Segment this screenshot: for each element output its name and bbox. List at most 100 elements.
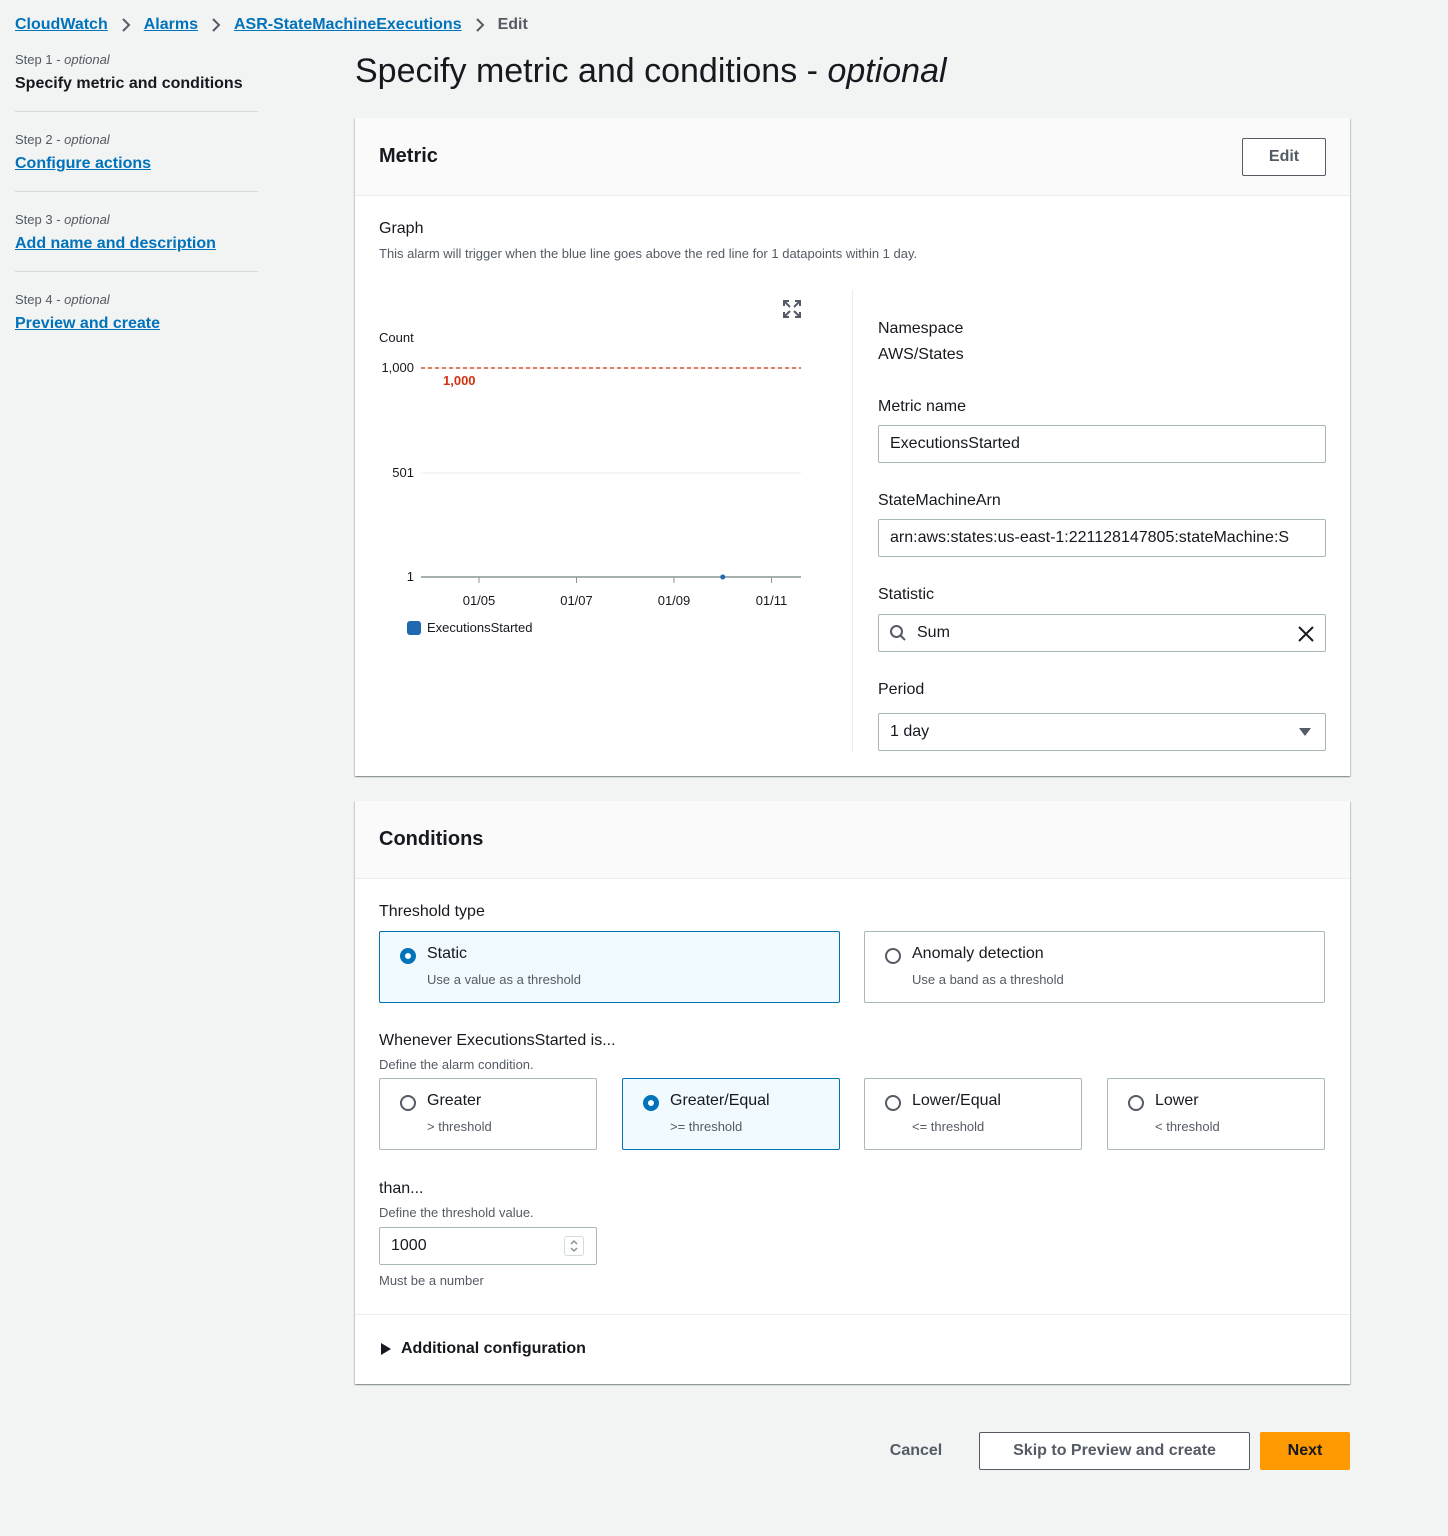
than-description: Define the threshold value. — [379, 1205, 534, 1220]
metric-name-field[interactable]: ExecutionsStarted — [878, 425, 1326, 463]
chart-x-tick-label: 01/05 — [463, 593, 496, 608]
metric-name-value: ExecutionsStarted — [890, 435, 1020, 452]
radio-icon — [885, 1095, 901, 1111]
than-label: than... — [379, 1180, 424, 1197]
chart-x-tick-label: 01/11 — [756, 593, 788, 608]
operator-lower-equal[interactable]: Lower/Equal <= threshold — [864, 1078, 1082, 1150]
chevron-right-icon — [120, 17, 132, 33]
operator-greater[interactable]: Greater > threshold — [379, 1078, 597, 1150]
tile-title: Greater/Equal — [670, 1092, 770, 1109]
threshold-type-static[interactable]: Static Use a value as a threshold — [379, 931, 840, 1003]
additional-configuration-label: Additional configuration — [401, 1340, 586, 1357]
additional-configuration-toggle[interactable]: Additional configuration — [381, 1340, 586, 1358]
step-number: Step 2 - optional — [15, 132, 110, 147]
radio-selected-icon — [643, 1095, 659, 1111]
chart-y-tick-label: 501 — [392, 465, 414, 480]
graph-description: This alarm will trigger when the blue li… — [379, 246, 918, 261]
legend-swatch — [407, 620, 421, 635]
chevron-right-icon — [210, 17, 222, 33]
chevron-right-icon — [474, 17, 486, 33]
chart-threshold-label: 1,000 — [443, 373, 476, 388]
page-title: Specify metric and conditions - optional — [355, 52, 947, 90]
period-value: 1 day — [890, 723, 930, 740]
radio-selected-icon — [400, 948, 416, 964]
tile-description: < threshold — [1155, 1119, 1220, 1134]
state-machine-arn-field[interactable]: arn:aws:states:us-east-1:221128147805:st… — [878, 519, 1326, 557]
breadcrumb-current: Edit — [497, 16, 528, 33]
breadcrumb-alarms[interactable]: Alarms — [144, 16, 198, 34]
tile-title: Greater — [427, 1092, 482, 1109]
whenever-description: Define the alarm condition. — [379, 1057, 534, 1072]
tile-description: <= threshold — [912, 1119, 985, 1134]
section-divider — [355, 1314, 1350, 1315]
graph-label: Graph — [379, 220, 424, 237]
threshold-value: 1000 — [391, 1237, 427, 1254]
metric-panel: Metric Edit Graph This alarm will trigge… — [355, 118, 1350, 776]
namespace-label: Namespace — [878, 320, 964, 337]
metric-name-label: Metric name — [878, 398, 967, 415]
tile-title: Lower/Equal — [912, 1092, 1001, 1109]
operator-greater-equal[interactable]: Greater/Equal >= threshold — [622, 1078, 840, 1150]
step-link-add-name[interactable]: Add name and description — [15, 235, 216, 252]
step-title-active: Specify metric and conditions — [15, 75, 243, 92]
operator-lower[interactable]: Lower < threshold — [1107, 1078, 1325, 1150]
wizard-step-2: Step 2 - optional Configure actions — [15, 132, 258, 192]
arn-label: StateMachineArn — [878, 492, 1001, 509]
chart-legend: ExecutionsStarted — [407, 620, 533, 635]
chart-x-tick-label: 01/09 — [658, 593, 691, 608]
chart-y-tick-label: 1,000 — [381, 360, 414, 375]
chart-data-point — [720, 574, 726, 580]
legend-label: ExecutionsStarted — [427, 620, 533, 635]
chart-y-tick-label: 1 — [407, 569, 414, 584]
statistic-label: Statistic — [878, 586, 935, 603]
number-stepper-icon[interactable] — [564, 1236, 584, 1256]
tile-title: Static — [427, 945, 468, 962]
radio-icon — [400, 1095, 416, 1111]
period-select[interactable]: 1 day — [878, 713, 1326, 751]
namespace-value: AWS/States — [878, 346, 964, 363]
next-button[interactable]: Next — [1260, 1432, 1350, 1470]
edit-metric-button[interactable]: Edit — [1242, 137, 1326, 176]
vertical-divider — [852, 290, 853, 752]
metric-heading: Metric — [379, 145, 438, 167]
step-number: Step 1 - optional — [15, 52, 110, 67]
wizard-steps-nav: Step 1 - optional Specify metric and con… — [15, 52, 258, 371]
step-link-configure-actions[interactable]: Configure actions — [15, 155, 151, 172]
whenever-label: Whenever ExecutionsStarted is... — [379, 1032, 616, 1049]
threshold-type-label: Threshold type — [379, 903, 485, 920]
expand-graph-icon[interactable] — [783, 300, 801, 323]
threshold-type-anomaly[interactable]: Anomaly detection Use a band as a thresh… — [864, 931, 1325, 1003]
tile-description: Use a band as a threshold — [912, 972, 1064, 987]
wizard-step-3: Step 3 - optional Add name and descripti… — [15, 212, 258, 272]
statistic-value: Sum — [917, 624, 950, 641]
radio-icon — [885, 948, 901, 964]
statistic-search-input[interactable]: Sum — [878, 614, 1326, 652]
chart-x-tick-label: 01/07 — [560, 593, 593, 608]
caret-down-icon — [1299, 728, 1311, 737]
period-label: Period — [878, 681, 925, 698]
breadcrumb-alarm-name[interactable]: ASR-StateMachineExecutions — [234, 16, 462, 34]
wizard-step-1: Step 1 - optional Specify metric and con… — [15, 52, 258, 112]
cancel-button[interactable]: Cancel — [874, 1432, 958, 1470]
tile-description: >= threshold — [670, 1119, 743, 1134]
step-link-preview[interactable]: Preview and create — [15, 315, 160, 332]
step-number: Step 3 - optional — [15, 212, 110, 227]
conditions-panel: Conditions Threshold type Static Use a v… — [355, 801, 1350, 1384]
step-number: Step 4 - optional — [15, 292, 110, 307]
tile-title: Anomaly detection — [912, 945, 1044, 962]
threshold-value-input[interactable]: 1000 — [379, 1227, 597, 1265]
chart-y-axis-label: Count — [379, 330, 414, 345]
clear-icon[interactable] — [1297, 625, 1315, 643]
caret-right-icon — [381, 1343, 391, 1355]
breadcrumb: CloudWatch Alarms ASR-StateMachineExecut… — [15, 16, 528, 34]
tile-description: Use a value as a threshold — [427, 972, 581, 987]
search-icon — [889, 624, 907, 642]
conditions-panel-header: Conditions — [355, 801, 1350, 879]
tile-title: Lower — [1155, 1092, 1199, 1109]
wizard-step-4: Step 4 - optional Preview and create — [15, 292, 258, 351]
metric-panel-header: Metric Edit — [355, 118, 1350, 196]
skip-to-preview-button[interactable]: Skip to Preview and create — [979, 1432, 1250, 1470]
arn-value: arn:aws:states:us-east-1:221128147805:st… — [890, 529, 1290, 546]
threshold-hint: Must be a number — [379, 1273, 484, 1288]
breadcrumb-cloudwatch[interactable]: CloudWatch — [15, 16, 108, 34]
